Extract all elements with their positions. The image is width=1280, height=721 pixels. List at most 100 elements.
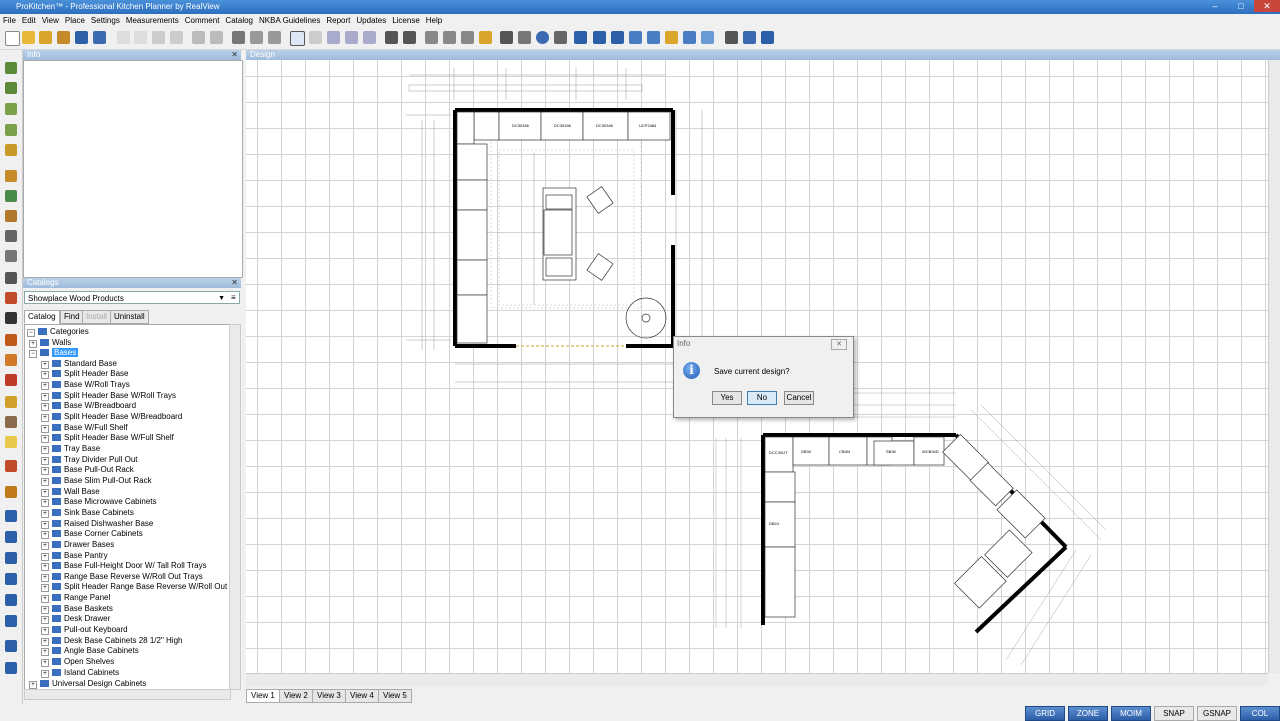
zoom-print-icon[interactable] <box>268 31 281 44</box>
camera-icon[interactable] <box>518 31 531 44</box>
tree-item-base-category[interactable]: + Base W/Full Shelf <box>41 423 128 433</box>
tree-item-base-category[interactable]: + Range Base Reverse W/Roll Out Trays <box>41 572 203 582</box>
tree-item-base-category[interactable]: + Raised Dishwasher Base <box>41 519 153 529</box>
snap-button[interactable]: SNAP <box>1154 706 1194 721</box>
save-icon[interactable] <box>75 31 88 44</box>
perspective-icon[interactable] <box>554 31 567 44</box>
help-icon[interactable] <box>761 31 774 44</box>
moim-button[interactable]: MOIM <box>1111 706 1151 721</box>
tree-root-categories[interactable]: − Categories <box>27 327 89 337</box>
collapse-icon[interactable]: − <box>29 350 37 359</box>
col-button[interactable]: COL <box>1240 706 1280 721</box>
expand-icon[interactable]: + <box>41 509 49 518</box>
no-button[interactable]: No <box>747 391 777 405</box>
maximize-button[interactable]: □ <box>1228 0 1254 12</box>
zoom-out-icon[interactable] <box>345 31 358 44</box>
expand-icon[interactable]: + <box>41 382 49 391</box>
menu-license[interactable]: License <box>389 14 423 27</box>
expand-icon[interactable]: + <box>41 488 49 497</box>
expand-icon[interactable]: + <box>41 648 49 657</box>
tree-item-base-category[interactable]: + Standard Base <box>41 359 117 369</box>
save-as-icon[interactable] <box>93 31 106 44</box>
globe-icon[interactable] <box>536 31 549 44</box>
tab-uninstall[interactable]: Uninstall <box>110 310 149 324</box>
book-icon[interactable] <box>5 486 17 498</box>
tab-view-1[interactable]: View 1 <box>246 689 280 703</box>
lamp-icon[interactable] <box>5 312 17 324</box>
menu-help[interactable]: Help <box>423 14 445 27</box>
paint-icon[interactable] <box>5 354 17 366</box>
door-icon[interactable] <box>5 144 17 156</box>
pricing-icon[interactable] <box>611 31 624 44</box>
view-tool-icon[interactable] <box>385 31 398 44</box>
info-panel-close-icon[interactable]: ✕ <box>231 50 238 60</box>
expand-icon[interactable]: + <box>41 392 49 401</box>
room-icon[interactable] <box>5 103 17 115</box>
measure-angle-icon[interactable] <box>5 552 17 564</box>
close-button[interactable]: ✕ <box>1254 0 1280 12</box>
tree-item-base-category[interactable]: + Sink Base Cabinets <box>41 508 134 518</box>
tab-catalog[interactable]: Catalog <box>24 310 60 324</box>
tree-item-base-category[interactable]: + Split Header Base W/Full Shelf <box>41 433 174 444</box>
select-pointer-icon[interactable] <box>290 31 305 46</box>
expand-icon[interactable]: + <box>41 659 49 667</box>
menu-nkba[interactable]: NKBA Guidelines <box>256 14 323 27</box>
menu-file[interactable]: File <box>0 14 19 27</box>
tree-item-base-category[interactable]: + Base Corner Cabinets <box>41 529 143 540</box>
expand-icon[interactable]: + <box>41 467 49 476</box>
measure-chain-icon[interactable] <box>5 615 17 627</box>
render-icon[interactable] <box>479 31 492 44</box>
nkba-icon[interactable] <box>647 31 660 44</box>
expand-icon[interactable]: + <box>41 616 49 625</box>
catalog-select[interactable]: Showplace Wood Products ▼ <box>24 291 240 304</box>
arrows-icon[interactable] <box>5 640 17 652</box>
menu-measurements[interactable]: Measurements <box>123 14 182 27</box>
expand-icon[interactable]: + <box>41 669 49 678</box>
tree-item-base-category[interactable]: + Drawer Bases <box>41 540 114 550</box>
tab-find[interactable]: Find <box>60 310 84 324</box>
menu-place[interactable]: Place <box>62 14 88 27</box>
tree-item-bases[interactable]: − Bases <box>29 348 79 359</box>
tree-item-walls[interactable]: + Walls <box>29 338 71 348</box>
menu-catalog[interactable]: Catalog <box>222 14 256 27</box>
expand-icon[interactable]: + <box>41 573 49 582</box>
draw-line-icon[interactable] <box>5 82 17 94</box>
tree-item-base-category[interactable]: + Base W/Breadboard <box>41 401 136 412</box>
new-icon[interactable] <box>5 31 20 46</box>
update-icon[interactable] <box>683 31 696 44</box>
tree-item-base-category[interactable]: + Desk Base Cabinets 28 1/2" High <box>41 636 182 646</box>
tree-scrollbar[interactable] <box>229 324 241 690</box>
expand-icon[interactable]: + <box>41 552 49 561</box>
cancel-button[interactable]: Cancel <box>784 391 814 405</box>
texture-icon[interactable] <box>5 374 17 386</box>
expand-icon[interactable]: + <box>41 360 49 369</box>
tree-item-base-category[interactable]: + Split Header Range Base Reverse W/Roll … <box>41 582 227 593</box>
pan-icon[interactable] <box>309 31 322 44</box>
tree-item-base-category[interactable]: + Base Slim Pull-Out Rack <box>41 476 152 486</box>
undo-icon[interactable] <box>192 31 205 44</box>
expand-icon[interactable]: + <box>41 605 49 614</box>
tab-view-2[interactable]: View 2 <box>279 689 313 703</box>
catalog-menu-icon[interactable]: ≡ <box>231 292 239 303</box>
tree-item-base-category[interactable]: + Pull-out Keyboard <box>41 625 128 636</box>
menu-settings[interactable]: Settings <box>88 14 123 27</box>
zone-button[interactable]: ZONE <box>1068 706 1108 721</box>
grid-button[interactable]: GRID <box>1025 706 1065 721</box>
tree-item-base-category[interactable]: + Base W/Roll Trays <box>41 380 130 391</box>
menu-comment[interactable]: Comment <box>182 14 223 27</box>
menu-updates[interactable]: Updates <box>353 14 389 27</box>
folder-icon[interactable] <box>57 31 70 44</box>
expand-icon[interactable]: + <box>41 520 49 529</box>
measure-v-icon[interactable] <box>5 531 17 543</box>
dimension-tool-icon[interactable] <box>5 662 17 674</box>
accessory-icon[interactable] <box>5 460 17 472</box>
measure-h-icon[interactable] <box>5 510 17 522</box>
expand-icon[interactable]: + <box>41 637 49 646</box>
wall-cabinet-icon[interactable] <box>5 230 17 242</box>
copy-icon[interactable] <box>134 31 147 44</box>
delete-icon[interactable] <box>170 31 183 44</box>
open-icon[interactable] <box>22 31 35 44</box>
measure-diag-icon[interactable] <box>5 573 17 585</box>
opening-icon[interactable] <box>5 190 17 202</box>
tree-item-base-category[interactable]: + Range Panel <box>41 593 110 604</box>
